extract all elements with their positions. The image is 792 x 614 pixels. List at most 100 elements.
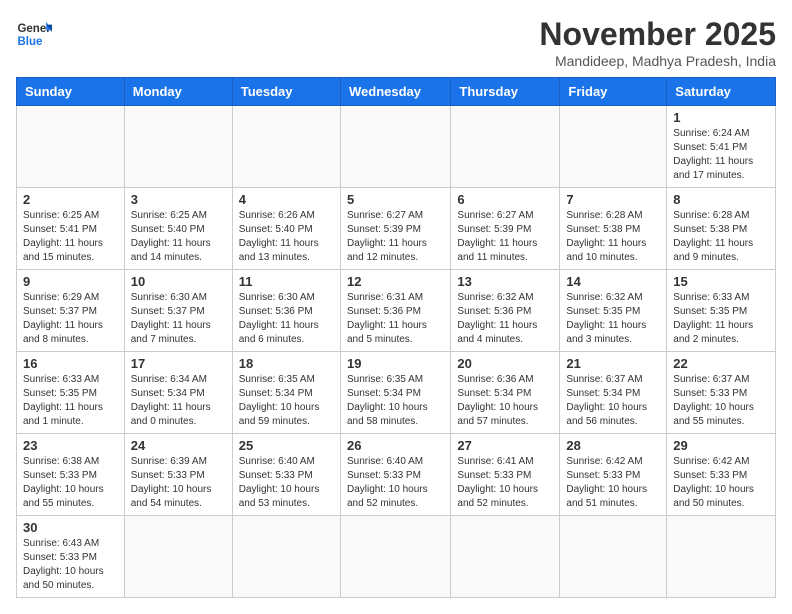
calendar-cell bbox=[451, 106, 560, 188]
logo: General Blue bbox=[16, 16, 52, 52]
calendar-cell: 21 Sunrise: 6:37 AM Sunset: 5:34 PM Dayli… bbox=[560, 352, 667, 434]
day-number: 9 bbox=[23, 274, 118, 289]
calendar-table: SundayMondayTuesdayWednesdayThursdayFrid… bbox=[16, 77, 776, 598]
calendar-cell: 19Sunrise: 6:35 AM Sunset: 5:34 PM Dayli… bbox=[340, 352, 450, 434]
day-number: 21 bbox=[566, 356, 660, 371]
calendar-cell: 30 Sunrise: 6:43 AM Sunset: 5:33 PM Dayli… bbox=[17, 516, 125, 598]
day-number: 18 bbox=[239, 356, 334, 371]
day-info: Sunrise: 6:26 AM Sunset: 5:40 PM Dayligh… bbox=[239, 209, 334, 265]
day-number: 5 bbox=[347, 192, 444, 207]
calendar-cell: 16 Sunrise: 6:33 AM Sunset: 5:35 PM Dayli… bbox=[17, 352, 125, 434]
day-info: Sunrise: 6:37 AM Sunset: 5:33 PM Dayligh… bbox=[673, 373, 769, 429]
calendar-cell: 5 Sunrise: 6:27 AM Sunset: 5:39 PM Daylig… bbox=[340, 188, 450, 270]
day-number: 28 bbox=[566, 438, 660, 453]
calendar-cell: 15Sunrise: 6:33 AM Sunset: 5:35 PM Dayli… bbox=[667, 270, 776, 352]
day-info: Sunrise: 6:29 AM Sunset: 5:37 PM Dayligh… bbox=[23, 291, 118, 347]
calendar-cell bbox=[340, 516, 450, 598]
day-info: Sunrise: 6:32 AM Sunset: 5:35 PM Dayligh… bbox=[566, 291, 660, 347]
calendar-cell: 7Sunrise: 6:28 AM Sunset: 5:38 PM Daylig… bbox=[560, 188, 667, 270]
day-number: 13 bbox=[457, 274, 553, 289]
calendar-week-1: 2Sunrise: 6:25 AM Sunset: 5:41 PM Daylig… bbox=[17, 188, 776, 270]
calendar-cell bbox=[232, 516, 340, 598]
calendar-cell: 12 Sunrise: 6:31 AM Sunset: 5:36 PM Dayli… bbox=[340, 270, 450, 352]
calendar-cell bbox=[340, 106, 450, 188]
weekday-header-wednesday: Wednesday bbox=[340, 78, 450, 106]
weekday-header-sunday: Sunday bbox=[17, 78, 125, 106]
day-number: 6 bbox=[457, 192, 553, 207]
day-info: Sunrise: 6:28 AM Sunset: 5:38 PM Dayligh… bbox=[673, 209, 769, 265]
calendar-cell: 27Sunrise: 6:41 AM Sunset: 5:33 PM Dayli… bbox=[451, 434, 560, 516]
calendar-cell bbox=[124, 516, 232, 598]
day-info: Sunrise: 6:34 AM Sunset: 5:34 PM Dayligh… bbox=[131, 373, 226, 429]
title-area: November 2025 Mandideep, Madhya Pradesh,… bbox=[539, 16, 776, 69]
calendar-cell: 25 Sunrise: 6:40 AM Sunset: 5:33 PM Dayli… bbox=[232, 434, 340, 516]
day-number: 8 bbox=[673, 192, 769, 207]
day-info: Sunrise: 6:28 AM Sunset: 5:38 PM Dayligh… bbox=[566, 209, 660, 265]
day-number: 27 bbox=[457, 438, 553, 453]
day-info: Sunrise: 6:42 AM Sunset: 5:33 PM Dayligh… bbox=[566, 455, 660, 511]
calendar-cell bbox=[232, 106, 340, 188]
calendar-cell: 8 Sunrise: 6:28 AM Sunset: 5:38 PM Daylig… bbox=[667, 188, 776, 270]
calendar-week-0: 1 Sunrise: 6:24 AM Sunset: 5:41 PM Daylig… bbox=[17, 106, 776, 188]
day-number: 1 bbox=[673, 110, 769, 125]
day-info: Sunrise: 6:42 AM Sunset: 5:33 PM Dayligh… bbox=[673, 455, 769, 511]
day-number: 22 bbox=[673, 356, 769, 371]
day-info: Sunrise: 6:24 AM Sunset: 5:41 PM Dayligh… bbox=[673, 127, 769, 183]
calendar-cell: 29 Sunrise: 6:42 AM Sunset: 5:33 PM Dayli… bbox=[667, 434, 776, 516]
month-title: November 2025 bbox=[539, 16, 776, 53]
day-number: 16 bbox=[23, 356, 118, 371]
weekday-header-thursday: Thursday bbox=[451, 78, 560, 106]
day-number: 4 bbox=[239, 192, 334, 207]
day-number: 11 bbox=[239, 274, 334, 289]
calendar-week-2: 9 Sunrise: 6:29 AM Sunset: 5:37 PM Daylig… bbox=[17, 270, 776, 352]
day-info: Sunrise: 6:33 AM Sunset: 5:35 PM Dayligh… bbox=[673, 291, 769, 347]
day-number: 26 bbox=[347, 438, 444, 453]
calendar-cell: 20Sunrise: 6:36 AM Sunset: 5:34 PM Dayli… bbox=[451, 352, 560, 434]
calendar-cell: 4 Sunrise: 6:26 AM Sunset: 5:40 PM Daylig… bbox=[232, 188, 340, 270]
day-number: 25 bbox=[239, 438, 334, 453]
day-info: Sunrise: 6:27 AM Sunset: 5:39 PM Dayligh… bbox=[457, 209, 553, 265]
day-info: Sunrise: 6:27 AM Sunset: 5:39 PM Dayligh… bbox=[347, 209, 444, 265]
day-info: Sunrise: 6:25 AM Sunset: 5:40 PM Dayligh… bbox=[131, 209, 226, 265]
day-info: Sunrise: 6:40 AM Sunset: 5:33 PM Dayligh… bbox=[239, 455, 334, 511]
calendar-cell: 3 Sunrise: 6:25 AM Sunset: 5:40 PM Daylig… bbox=[124, 188, 232, 270]
day-number: 29 bbox=[673, 438, 769, 453]
calendar-week-3: 16 Sunrise: 6:33 AM Sunset: 5:35 PM Dayli… bbox=[17, 352, 776, 434]
day-info: Sunrise: 6:30 AM Sunset: 5:37 PM Dayligh… bbox=[131, 291, 226, 347]
weekday-header-saturday: Saturday bbox=[667, 78, 776, 106]
calendar-cell: 10 Sunrise: 6:30 AM Sunset: 5:37 PM Dayli… bbox=[124, 270, 232, 352]
calendar-cell: 2Sunrise: 6:25 AM Sunset: 5:41 PM Daylig… bbox=[17, 188, 125, 270]
logo-icon: General Blue bbox=[16, 16, 52, 52]
calendar-cell: 1 Sunrise: 6:24 AM Sunset: 5:41 PM Daylig… bbox=[667, 106, 776, 188]
day-info: Sunrise: 6:33 AM Sunset: 5:35 PM Dayligh… bbox=[23, 373, 118, 429]
calendar-cell: 22 Sunrise: 6:37 AM Sunset: 5:33 PM Dayli… bbox=[667, 352, 776, 434]
day-info: Sunrise: 6:37 AM Sunset: 5:34 PM Dayligh… bbox=[566, 373, 660, 429]
calendar-week-5: 30 Sunrise: 6:43 AM Sunset: 5:33 PM Dayli… bbox=[17, 516, 776, 598]
calendar-cell bbox=[124, 106, 232, 188]
day-info: Sunrise: 6:31 AM Sunset: 5:36 PM Dayligh… bbox=[347, 291, 444, 347]
calendar-cell bbox=[451, 516, 560, 598]
location-subtitle: Mandideep, Madhya Pradesh, India bbox=[539, 53, 776, 69]
svg-text:Blue: Blue bbox=[17, 36, 43, 48]
calendar-cell: 14Sunrise: 6:32 AM Sunset: 5:35 PM Dayli… bbox=[560, 270, 667, 352]
day-info: Sunrise: 6:35 AM Sunset: 5:34 PM Dayligh… bbox=[239, 373, 334, 429]
calendar-cell bbox=[560, 106, 667, 188]
day-info: Sunrise: 6:43 AM Sunset: 5:33 PM Dayligh… bbox=[23, 537, 118, 593]
day-number: 10 bbox=[131, 274, 226, 289]
day-number: 20 bbox=[457, 356, 553, 371]
day-number: 3 bbox=[131, 192, 226, 207]
calendar-cell: 11Sunrise: 6:30 AM Sunset: 5:36 PM Dayli… bbox=[232, 270, 340, 352]
day-info: Sunrise: 6:35 AM Sunset: 5:34 PM Dayligh… bbox=[347, 373, 444, 429]
day-info: Sunrise: 6:32 AM Sunset: 5:36 PM Dayligh… bbox=[457, 291, 553, 347]
day-number: 12 bbox=[347, 274, 444, 289]
day-number: 23 bbox=[23, 438, 118, 453]
weekday-header-monday: Monday bbox=[124, 78, 232, 106]
day-info: Sunrise: 6:39 AM Sunset: 5:33 PM Dayligh… bbox=[131, 455, 226, 511]
page-header: General Blue November 2025 Mandideep, Ma… bbox=[16, 16, 776, 69]
calendar-cell: 26 Sunrise: 6:40 AM Sunset: 5:33 PM Dayli… bbox=[340, 434, 450, 516]
day-info: Sunrise: 6:40 AM Sunset: 5:33 PM Dayligh… bbox=[347, 455, 444, 511]
calendar-week-4: 23Sunrise: 6:38 AM Sunset: 5:33 PM Dayli… bbox=[17, 434, 776, 516]
calendar-cell bbox=[560, 516, 667, 598]
day-number: 30 bbox=[23, 520, 118, 535]
calendar-cell bbox=[667, 516, 776, 598]
